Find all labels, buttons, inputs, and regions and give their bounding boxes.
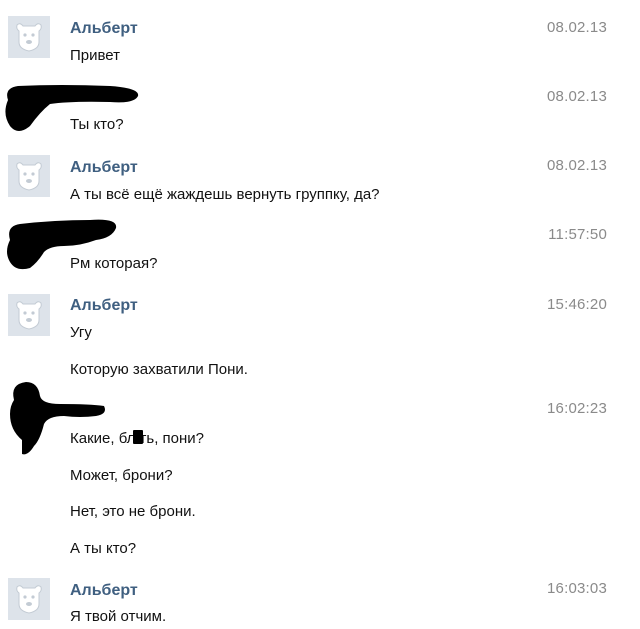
message-time: 16:03:03 — [547, 580, 607, 597]
message-time: 11:57:50 — [548, 226, 607, 243]
author-name[interactable]: Альберт — [70, 582, 138, 600]
message-time: 08.02.13 — [547, 19, 607, 36]
message-time: 16:02:23 — [547, 400, 607, 417]
message-time: 08.02.13 — [547, 88, 607, 105]
message-text: Я твой отчим. — [70, 608, 167, 625]
message-time: 15:46:20 — [547, 296, 607, 313]
redaction-scribble — [10, 382, 105, 455]
redaction-block — [133, 430, 143, 444]
message-text: А ты кто? — [70, 540, 137, 557]
message-text: Нет, это не брони. — [70, 503, 196, 520]
message-text: Может, брони? — [70, 467, 173, 484]
bear-avatar-icon[interactable] — [8, 578, 50, 620]
message-time: 08.02.13 — [547, 157, 607, 174]
